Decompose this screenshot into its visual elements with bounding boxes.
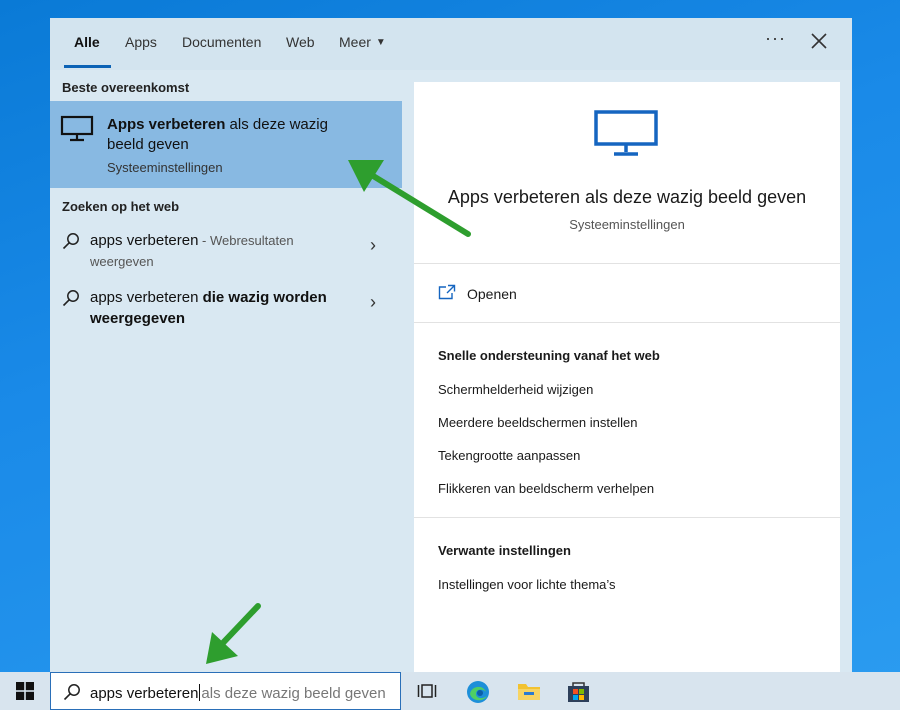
preview-pane: Apps verbeteren als deze wazig beeld gev… [414, 82, 840, 672]
search-panel: Alle Apps Documenten Web Meer ▼ ··· Beste… [50, 18, 852, 672]
search-icon [63, 684, 80, 701]
file-explorer-icon[interactable] [517, 680, 541, 702]
divider [414, 263, 840, 264]
chevron-right-icon: › [370, 292, 376, 312]
open-external-icon [438, 284, 456, 300]
best-match-item[interactable]: Apps verbeteren als deze wazig beeld gev… [50, 101, 402, 188]
search-completion: als deze wazig beeld geven [201, 685, 386, 702]
web-result-2-text: apps verbeteren die wazig worden weergeg… [90, 287, 350, 329]
preview-title: Apps verbeteren als deze wazig beeld gev… [447, 187, 807, 207]
web-result-1-text: apps verbeteren - Webresultaten weergeve… [90, 230, 350, 272]
web-help-link-1[interactable]: Schermhelderheid wijzigen [438, 382, 593, 397]
best-match-title: Apps verbeteren als deze wazig beeld gev… [107, 115, 347, 155]
tab-apps[interactable]: Apps [125, 34, 157, 50]
search-icon [62, 233, 79, 250]
best-match-header: Beste overeenkomst [62, 80, 190, 95]
more-options-icon[interactable]: ··· [765, 28, 786, 49]
preview-subtitle: Systeeminstellingen [569, 217, 685, 232]
search-query-text: apps verbeteren [90, 685, 199, 702]
web-help-header: Snelle ondersteuning vanaf het web [438, 348, 660, 363]
tab-meer-label: Meer [339, 34, 371, 50]
web-help-link-2[interactable]: Meerdere beeldschermen instellen [438, 415, 637, 430]
tabs-bar: Alle Apps Documenten Web Meer ▼ ··· [50, 18, 852, 70]
search-query: apps verbeteren als deze wazig beeld geve… [90, 684, 386, 702]
task-view-icon[interactable] [417, 682, 437, 700]
close-icon[interactable] [810, 32, 828, 50]
web-help-link-4[interactable]: Flikkeren van beeldscherm verhelpen [438, 481, 654, 496]
edge-browser-icon[interactable] [466, 680, 490, 704]
web-help-link-3[interactable]: Tekengrootte aanpassen [438, 448, 580, 463]
windows-start-icon[interactable] [16, 682, 34, 700]
tab-meer[interactable]: Meer ▼ [339, 34, 386, 50]
open-label: Openen [467, 286, 517, 302]
web-result-2-query: apps verbeteren [90, 289, 199, 306]
active-tab-indicator [64, 65, 111, 68]
taskbar-search-input[interactable]: apps verbeteren als deze wazig beeld geve… [50, 672, 401, 710]
monitor-icon [594, 110, 658, 156]
divider [414, 517, 840, 518]
web-search-header: Zoeken op het web [62, 199, 180, 214]
monitor-icon [60, 115, 94, 142]
search-icon [62, 290, 79, 307]
best-match-title-bold: Apps verbeteren [107, 116, 226, 133]
tab-documenten[interactable]: Documenten [182, 34, 261, 50]
tab-alle[interactable]: Alle [74, 34, 100, 50]
microsoft-store-icon[interactable] [567, 680, 590, 703]
tab-web[interactable]: Web [286, 34, 315, 50]
open-action[interactable]: Openen [438, 284, 517, 305]
related-settings-header: Verwante instellingen [438, 543, 571, 558]
results-list: Beste overeenkomst Apps verbeteren als d… [50, 70, 402, 672]
web-result-2[interactable]: apps verbeteren die wazig worden weergeg… [50, 287, 402, 333]
related-link-1[interactable]: Instellingen voor lichte thema’s [438, 577, 616, 592]
taskbar: apps verbeteren als deze wazig beeld geve… [0, 672, 900, 710]
divider [414, 322, 840, 323]
chevron-right-icon: › [370, 235, 376, 255]
best-match-subtitle: Systeeminstellingen [107, 160, 223, 175]
chevron-down-icon: ▼ [375, 37, 386, 48]
web-result-1[interactable]: apps verbeteren - Webresultaten weergeve… [50, 230, 402, 276]
web-result-1-query: apps verbeteren [90, 232, 199, 249]
